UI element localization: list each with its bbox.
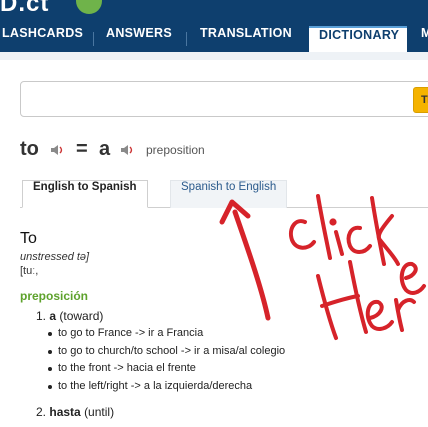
tab-spanish-to-english[interactable]: Spanish to English (170, 180, 288, 208)
nav-divider (93, 32, 94, 46)
example-item: to the front -> hacia el frente (48, 362, 196, 374)
top-bar: D.ct (0, 0, 428, 26)
entry-phonetic: [tuː, (20, 265, 39, 277)
target-word: a (99, 138, 111, 160)
speaker-icon[interactable] (120, 144, 136, 156)
speaker-icon[interactable] (50, 144, 66, 156)
tab-english-to-spanish[interactable]: English to Spanish (22, 180, 148, 208)
nav-item-answers[interactable]: ANSWERS (106, 26, 186, 52)
equals-sign: = (76, 138, 88, 160)
sense-translation[interactable]: hasta (49, 405, 80, 419)
sense-translation[interactable]: a (49, 309, 56, 323)
nav-divider (186, 32, 187, 46)
sense-gloss: (toward) (59, 309, 104, 323)
sense-number: 2. (36, 405, 47, 419)
nav-item-translation[interactable]: TRANSLATION (200, 26, 300, 52)
translate-button[interactable]: Tr (413, 87, 428, 113)
entry-pronunciation-note: unstressed tə] (20, 251, 90, 263)
annotation-arrow-icon (219, 199, 271, 321)
main-nav: LASHCARDS ANSWERS TRANSLATION DICTIONARY… (0, 26, 428, 52)
sense-gloss: (until) (84, 405, 115, 419)
search-box: Tr (20, 81, 428, 117)
part-of-speech: preposition (146, 143, 205, 157)
search-input[interactable] (27, 86, 407, 112)
example-item: to go to France -> ir a Francia (47, 327, 204, 339)
nav-item-flashcards[interactable]: LASHCARDS (0, 26, 92, 52)
entry-headword: To (20, 230, 37, 247)
nav-underbar (0, 52, 428, 60)
nav-item-dictionary[interactable]: DICTIONARY (309, 26, 407, 52)
sense-line: 2. hasta (until) (36, 405, 114, 419)
sense-number: 1. (36, 309, 47, 323)
example-item: to the left/right -> a la izquierda/dere… (47, 380, 253, 392)
direction-tabs: English to Spanish Spanish to English (20, 180, 428, 208)
logo-sun-icon (76, 0, 102, 14)
nav-item-more[interactable]: M (421, 26, 428, 52)
handwritten-here-icon (316, 260, 426, 340)
site-logo[interactable]: D.ct (0, 0, 49, 17)
source-word: to (20, 138, 39, 160)
example-item: to go to church/to school -> ir a misa/a… (47, 345, 286, 357)
sense-line: 1. a (toward) (36, 309, 103, 323)
pos-heading: preposición (20, 289, 89, 303)
